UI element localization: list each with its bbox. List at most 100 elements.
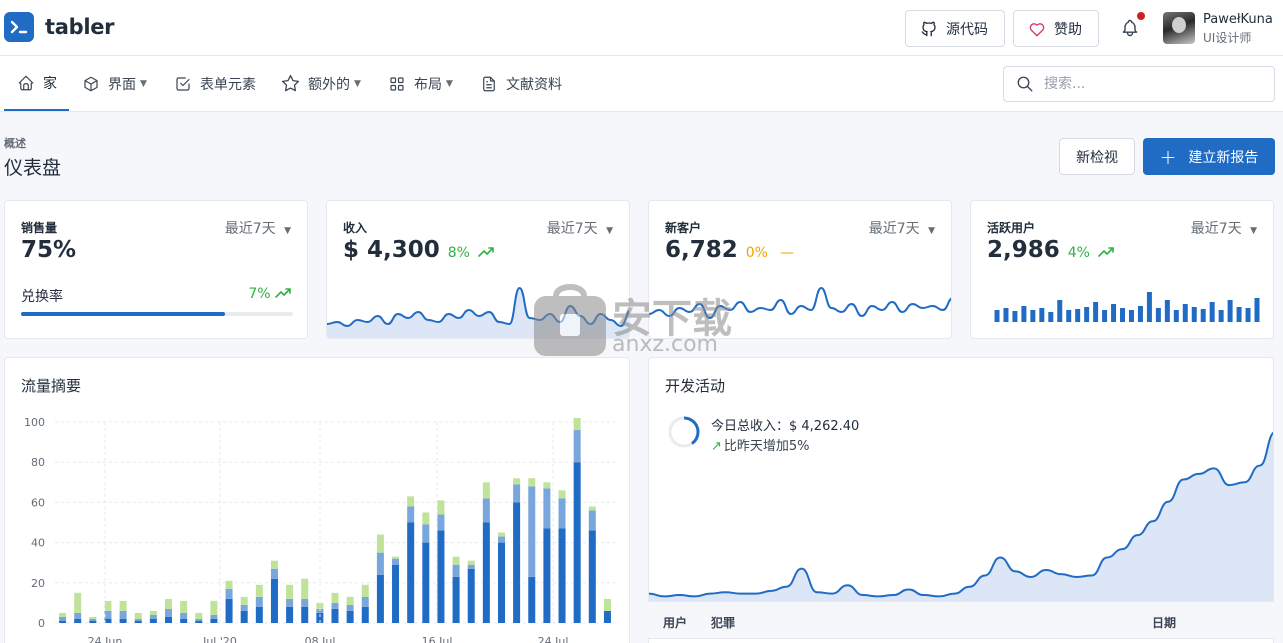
nav-interface[interactable]: 界面 ▼ (82, 56, 147, 111)
trending-up-icon (275, 288, 291, 298)
traffic-bar-segment (59, 612, 67, 617)
x-tick-label: 24 Jul (538, 635, 569, 643)
traffic-bar-segment (119, 600, 127, 611)
traffic-bar-segment (392, 556, 400, 559)
heart-icon (1029, 22, 1045, 36)
traffic-bar-segment (286, 606, 294, 623)
traffic-bar-segment (286, 584, 294, 599)
package-icon (84, 76, 98, 91)
revenue-trend: 8% (447, 245, 470, 261)
traffic-bar-segment (543, 482, 551, 489)
active-bar (1021, 306, 1027, 322)
clients-period-dropdown[interactable]: 最近7天 ▼ (869, 218, 935, 238)
chevron-down-icon: ▼ (446, 78, 453, 89)
active-bar (1111, 304, 1117, 322)
chevron-down-icon: ▼ (606, 226, 613, 236)
bell-icon[interactable] (1120, 17, 1140, 43)
sales-period-dropdown[interactable]: 最近7天 ▼ (225, 218, 291, 238)
traffic-bar-segment (331, 592, 339, 603)
sales-period-label: 最近7天 (224, 221, 276, 237)
nav-forms[interactable]: 表单元素 (174, 56, 256, 111)
new-view-button[interactable]: 新检视 (1059, 138, 1135, 175)
active-period-dropdown[interactable]: 最近7天 ▼ (1191, 218, 1257, 238)
sales-label: 销售量 (21, 221, 58, 235)
active-bar (1102, 310, 1108, 322)
revenue-value: $ 4,300 (343, 237, 440, 263)
user-name: PawełKuna (1203, 12, 1273, 27)
traffic-bar-segment (210, 614, 218, 619)
layout-icon (390, 76, 404, 91)
chevron-down-icon: ▼ (140, 78, 147, 89)
traffic-bar-segment (89, 618, 97, 621)
traffic-bar-segment (74, 618, 82, 623)
nav-layout[interactable]: 布局 ▼ (388, 56, 453, 111)
minus-icon: — (780, 245, 794, 261)
active-bar (1093, 302, 1099, 322)
traffic-bar-segment (452, 556, 460, 565)
active-bar (1146, 292, 1152, 322)
traffic-bar-segment (210, 600, 218, 615)
traffic-bar-segment (225, 588, 233, 599)
traffic-bar-segment (528, 486, 536, 577)
nav-home[interactable]: 家 (4, 56, 69, 111)
y-tick-label: 20 (31, 577, 45, 590)
traffic-bar-segment (361, 596, 369, 607)
star-icon (281, 74, 300, 92)
x-tick-label: 16 Jul (422, 635, 453, 643)
traffic-bar-segment (180, 612, 188, 619)
nav-extra-label: 额外的 (308, 76, 350, 93)
traffic-bar-segment (165, 608, 173, 617)
traffic-bar-segment (588, 510, 596, 531)
progress-ring-icon (668, 416, 700, 448)
active-period-label: 最近7天 (1190, 221, 1242, 237)
traffic-bar-segment (240, 604, 248, 611)
watermark: 安下载 anxz.com (532, 282, 732, 362)
traffic-bar-segment (528, 478, 536, 487)
traffic-bar-segment (361, 606, 369, 623)
traffic-bar-segment (467, 568, 475, 623)
search-box (1003, 66, 1275, 102)
traffic-bar-segment (74, 592, 82, 613)
revenue-value-row: $ 4,300 8% (343, 237, 494, 263)
nav-extra[interactable]: 额外的 ▼ (281, 56, 361, 111)
avatar[interactable] (1163, 12, 1195, 44)
nav-docs[interactable]: 文献资料 (480, 56, 562, 111)
traffic-bar-segment (225, 598, 233, 623)
traffic-bar-segment (195, 612, 203, 619)
traffic-bar-segment (195, 618, 203, 621)
traffic-bar-segment (573, 417, 581, 431)
traffic-bar-segment (437, 530, 445, 623)
active-bar (1120, 308, 1126, 322)
traffic-bar-segment (513, 484, 521, 503)
x-tick-label: Jul '20 (202, 635, 237, 643)
traffic-bar-segment (573, 430, 581, 463)
traffic-bar-segment (558, 528, 566, 623)
traffic-bar-segment (376, 552, 384, 575)
sales-card: 销售量 最近7天 ▼ 75% 兑换率 7% (4, 200, 308, 339)
traffic-bar-segment (467, 560, 475, 565)
nav-layout-label: 布局 (414, 76, 442, 93)
new-clients-label: 新客户 (665, 221, 702, 235)
col-date: 日期 (1152, 616, 1177, 630)
traffic-bar-segment (134, 618, 142, 621)
traffic-bar-segment (558, 498, 566, 529)
traffic-bar-segment (270, 568, 278, 579)
traffic-bar-segment (301, 578, 309, 599)
search-input[interactable] (1044, 76, 1244, 92)
conversion-progress-fill (21, 312, 225, 316)
create-report-button[interactable]: + 建立新报告 (1143, 138, 1275, 175)
active-bar (1012, 311, 1018, 322)
traffic-bar-segment (286, 598, 294, 607)
logo[interactable]: tabler (4, 12, 115, 42)
traffic-bar-segment (376, 534, 384, 553)
traffic-bar-segment (331, 602, 339, 609)
active-trend: 4% (1067, 245, 1090, 261)
traffic-bar-segment (482, 482, 490, 499)
active-value-row: 2,986 4% (987, 237, 1114, 263)
revenue-period-dropdown[interactable]: 最近7天 ▼ (547, 218, 613, 238)
active-users-card: 活跃用户 最近7天 ▼ 2,986 4% (970, 200, 1274, 339)
source-code-button[interactable]: 源代码 (905, 10, 1005, 47)
sponsor-button[interactable]: 赞助 (1013, 10, 1099, 47)
plus-icon: + (1159, 144, 1177, 169)
traffic-bar-segment (452, 564, 460, 577)
